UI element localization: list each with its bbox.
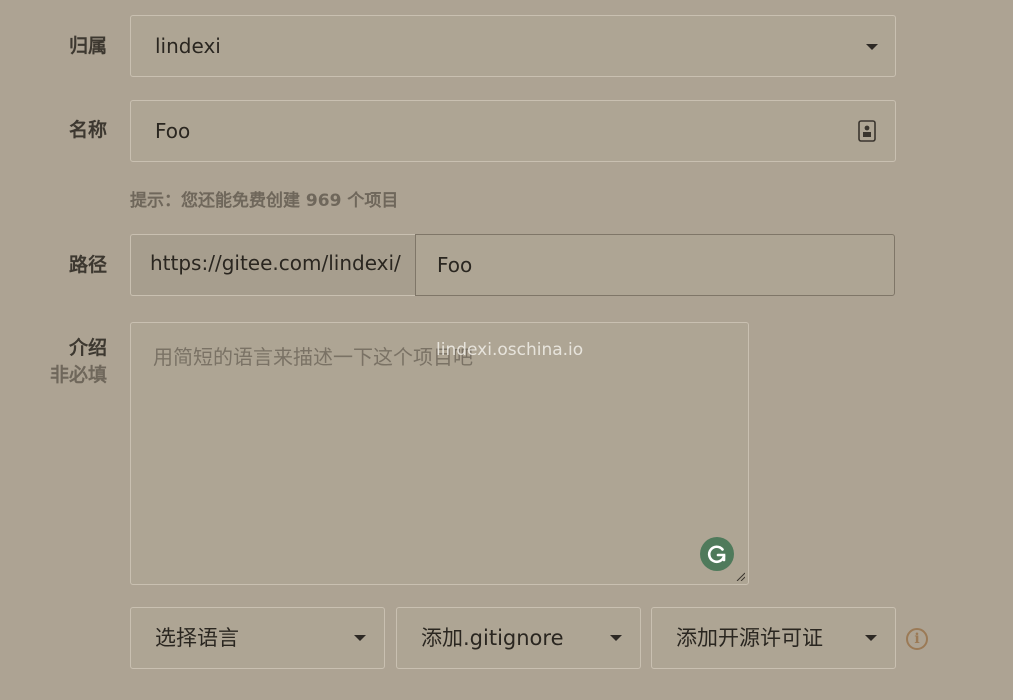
intro-textarea[interactable]: 用简短的语言来描述一下这个项目吧 [130, 322, 749, 585]
gitignore-select-label: 添加.gitignore [421, 626, 564, 650]
chevron-down-icon [866, 44, 878, 50]
path-input[interactable]: Foo [415, 234, 895, 296]
watermark: lindexi.oschina.io [436, 340, 584, 360]
path-label: 路径 [68, 254, 107, 276]
grammarly-icon[interactable] [700, 537, 734, 571]
chevron-down-icon [610, 635, 622, 641]
project-quota-hint: 提示：您还能免费创建 969 个项目 [130, 191, 399, 211]
gitignore-select[interactable]: 添加.gitignore [396, 607, 641, 669]
language-select[interactable]: 选择语言 [130, 607, 385, 669]
owner-value: lindexi [155, 34, 221, 58]
path-prefix: https://gitee.com/lindexi/ [130, 234, 416, 296]
path-prefix-text: https://gitee.com/lindexi/ [150, 251, 401, 275]
intro-optional-label: 非必填 [49, 364, 107, 386]
language-select-label: 选择语言 [155, 626, 239, 650]
intro-placeholder: 用简短的语言来描述一下这个项目吧 [153, 345, 473, 369]
license-select[interactable]: 添加开源许可证 [651, 607, 896, 669]
name-value: Foo [155, 119, 191, 143]
chevron-down-icon [354, 635, 366, 641]
name-label: 名称 [68, 119, 107, 141]
resize-handle-icon[interactable] [735, 571, 745, 581]
owner-label: 归属 [68, 35, 107, 57]
info-icon[interactable]: i [906, 628, 928, 650]
chevron-down-icon [865, 635, 877, 641]
owner-select[interactable]: lindexi [130, 15, 896, 77]
license-select-label: 添加开源许可证 [676, 626, 823, 650]
path-value: Foo [437, 253, 473, 277]
intro-label: 介绍 [68, 337, 107, 359]
name-input[interactable]: Foo [130, 100, 896, 162]
contact-card-icon[interactable] [858, 120, 876, 142]
